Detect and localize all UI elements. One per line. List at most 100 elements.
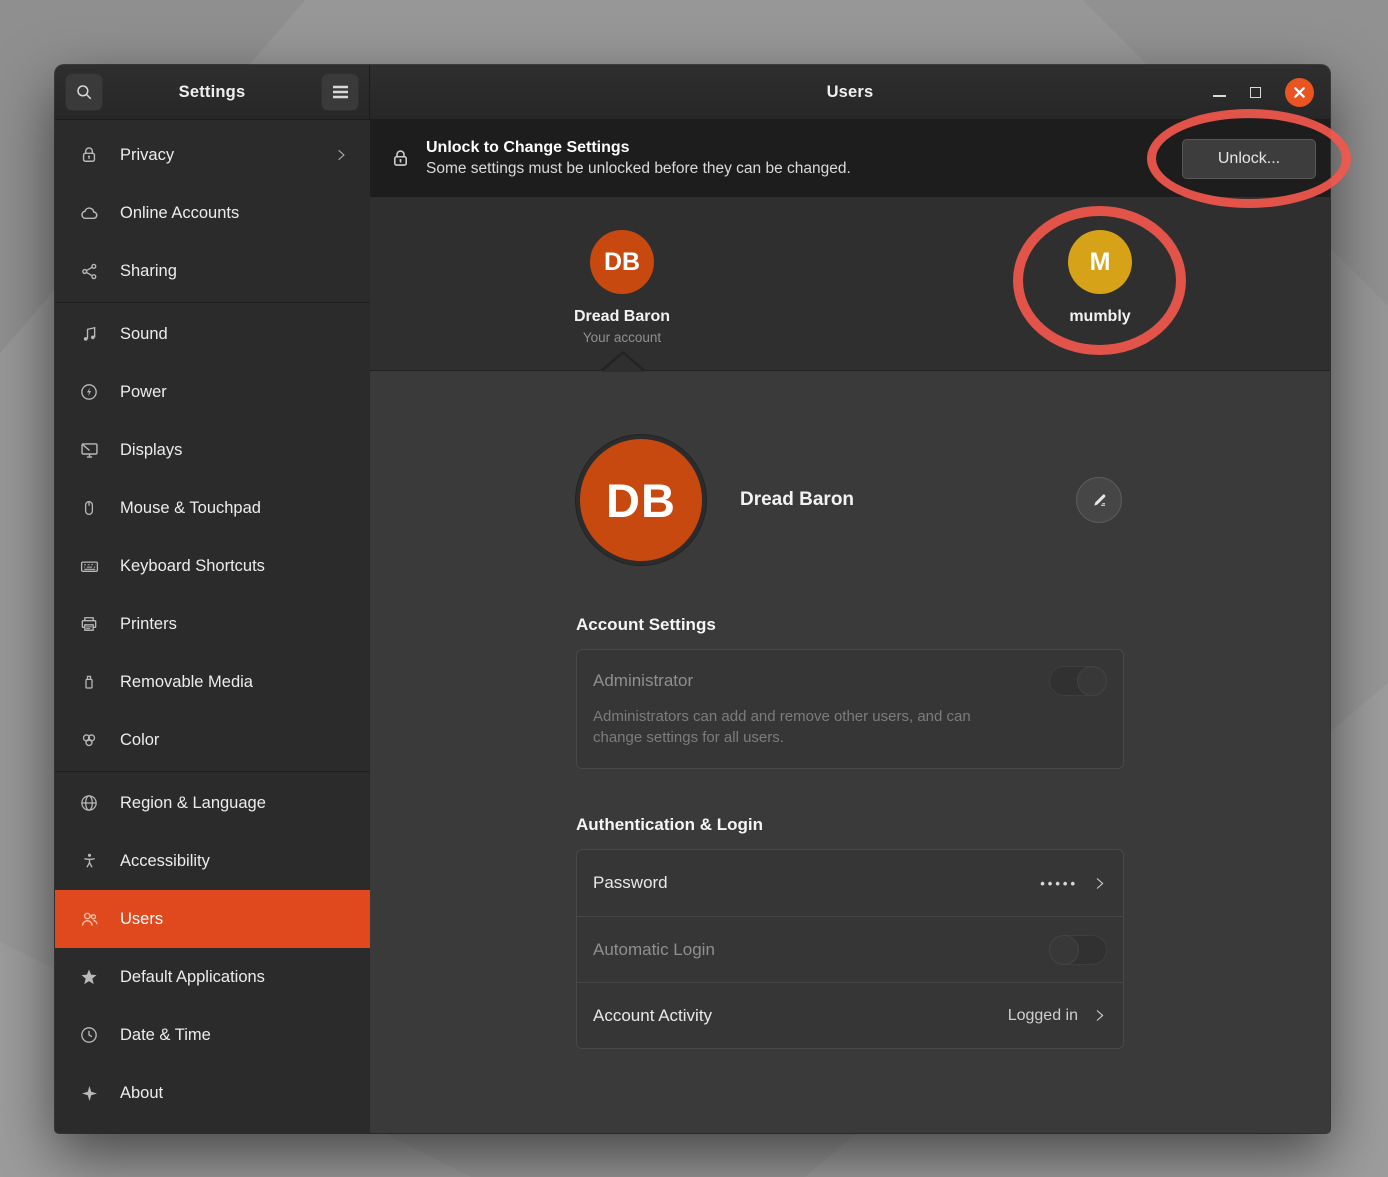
- users-icon: [78, 908, 100, 930]
- administrator-label: Administrator: [593, 671, 693, 691]
- unlock-button[interactable]: Unlock...: [1182, 139, 1316, 179]
- sidebar-item-label: Default Applications: [120, 968, 348, 987]
- flash-drive-icon: [78, 671, 100, 693]
- password-label: Password: [593, 873, 1040, 893]
- sidebar-separator: [55, 302, 370, 303]
- sidebar-item-label: Sound: [120, 325, 348, 344]
- administrator-toggle[interactable]: [1049, 666, 1107, 696]
- search-button[interactable]: [65, 73, 103, 111]
- avatar-initials: M: [1090, 248, 1111, 277]
- close-icon: [1293, 86, 1306, 99]
- auth-login-heading: Authentication & Login: [576, 815, 1124, 835]
- color-circles-icon: [78, 729, 100, 751]
- sidebar-separator: [55, 771, 370, 772]
- sidebar-item-label: Printers: [120, 615, 348, 634]
- sidebar-item-displays[interactable]: Displays: [55, 421, 370, 479]
- sidebar-item-label: Privacy: [120, 146, 314, 165]
- printer-icon: [78, 613, 100, 635]
- sidebar-item-label: Accessibility: [120, 852, 348, 871]
- search-icon: [75, 83, 93, 101]
- close-button[interactable]: [1285, 78, 1314, 107]
- page-title: Users: [827, 83, 874, 102]
- carousel-user-mumbly[interactable]: M mumbly: [1030, 230, 1170, 330]
- automatic-login-toggle[interactable]: [1049, 935, 1107, 965]
- sidebar-item-keyboard-shortcuts[interactable]: Keyboard Shortcuts: [55, 537, 370, 595]
- sidebar-item-label: About: [120, 1084, 348, 1103]
- sidebar: Privacy Online Accounts Sharing: [55, 120, 370, 1133]
- sidebar-item-removable-media[interactable]: Removable Media: [55, 653, 370, 711]
- sidebar-item-sound[interactable]: Sound: [55, 305, 370, 363]
- sidebar-item-label: Online Accounts: [120, 204, 348, 223]
- sidebar-item-label: Color: [120, 731, 348, 750]
- account-activity-value: Logged in: [1008, 1007, 1078, 1025]
- automatic-login-label: Automatic Login: [593, 940, 1049, 960]
- sidebar-item-privacy[interactable]: Privacy: [55, 126, 370, 184]
- accessibility-person-icon: [78, 850, 100, 872]
- profile-row: DB Dread Baron: [576, 435, 1124, 565]
- lock-icon: [78, 144, 100, 166]
- sidebar-item-label: Displays: [120, 441, 348, 460]
- auth-login-card: Password ••••• Automatic Login Account: [576, 849, 1124, 1049]
- sidebar-item-printers[interactable]: Printers: [55, 595, 370, 653]
- cloud-icon: [78, 202, 100, 224]
- sidebar-item-label: Power: [120, 383, 348, 402]
- sidebar-item-label: Mouse & Touchpad: [120, 499, 348, 518]
- clock-icon: [78, 1024, 100, 1046]
- minimize-button[interactable]: [1213, 95, 1226, 97]
- sidebar-item-label: Sharing: [120, 262, 348, 281]
- sidebar-item-power[interactable]: Power: [55, 363, 370, 421]
- edit-name-button[interactable]: [1076, 477, 1122, 523]
- carousel-user-dread-baron[interactable]: DB Dread Baron Your account: [552, 230, 692, 345]
- unlock-banner-subtitle: Some settings must be unlocked before th…: [426, 160, 1167, 178]
- sidebar-item-sharing[interactable]: Sharing: [55, 242, 370, 300]
- globe-icon: [78, 792, 100, 814]
- sidebar-item-about[interactable]: About: [55, 1064, 370, 1122]
- chevron-right-icon: [1092, 1008, 1107, 1023]
- power-icon: [78, 381, 100, 403]
- password-value: •••••: [1040, 876, 1078, 891]
- keyboard-icon: [78, 555, 100, 577]
- sidebar-title: Settings: [179, 83, 246, 102]
- chevron-right-icon: [334, 148, 348, 162]
- account-settings-heading: Account Settings: [576, 615, 1124, 635]
- password-row[interactable]: Password •••••: [577, 850, 1123, 916]
- user-name: Dread Baron: [552, 308, 692, 326]
- hamburger-icon: [332, 85, 349, 99]
- sidebar-item-label: Date & Time: [120, 1026, 348, 1045]
- user-name: mumbly: [1030, 308, 1170, 326]
- sidebar-item-region-language[interactable]: Region & Language: [55, 774, 370, 832]
- settings-window: Settings Users: [55, 65, 1330, 1133]
- sidebar-item-default-applications[interactable]: Default Applications: [55, 948, 370, 1006]
- sidebar-item-accessibility[interactable]: Accessibility: [55, 832, 370, 890]
- account-activity-row[interactable]: Account Activity Logged in: [577, 982, 1123, 1048]
- share-icon: [78, 260, 100, 282]
- sidebar-item-online-accounts[interactable]: Online Accounts: [55, 184, 370, 242]
- sidebar-item-label: Removable Media: [120, 673, 348, 692]
- sidebar-item-label: Region & Language: [120, 794, 348, 813]
- profile-avatar[interactable]: DB: [576, 435, 706, 565]
- administrator-card: Administrator Administrators can add and…: [576, 649, 1124, 769]
- content-headerbar: Users: [370, 65, 1330, 120]
- sparkle-icon: [78, 1082, 100, 1104]
- sidebar-item-date-time[interactable]: Date & Time: [55, 1006, 370, 1064]
- toggle-knob: [1077, 666, 1107, 696]
- unlock-banner-title: Unlock to Change Settings: [426, 139, 1167, 157]
- sidebar-item-color[interactable]: Color: [55, 711, 370, 769]
- star-icon: [78, 966, 100, 988]
- sidebar-item-mouse-touchpad[interactable]: Mouse & Touchpad: [55, 479, 370, 537]
- user-carousel: DB Dread Baron Your account M mumbly: [370, 197, 1330, 371]
- avatar-initials: DB: [604, 248, 640, 277]
- mouse-icon: [78, 497, 100, 519]
- maximize-button[interactable]: [1250, 87, 1261, 98]
- chevron-right-icon: [1092, 876, 1107, 891]
- avatar-initials: DB: [606, 473, 676, 528]
- sidebar-item-label: Users: [120, 910, 348, 929]
- sidebar-headerbar: Settings: [55, 65, 370, 120]
- unlock-banner: Unlock to Change Settings Some settings …: [370, 120, 1330, 197]
- menu-button[interactable]: [321, 73, 359, 111]
- lock-icon: [390, 148, 411, 169]
- music-note-icon: [78, 323, 100, 345]
- account-panel: DB Dread Baron Account Settings: [370, 371, 1330, 1133]
- avatar: DB: [590, 230, 654, 294]
- sidebar-item-users[interactable]: Users: [55, 890, 370, 948]
